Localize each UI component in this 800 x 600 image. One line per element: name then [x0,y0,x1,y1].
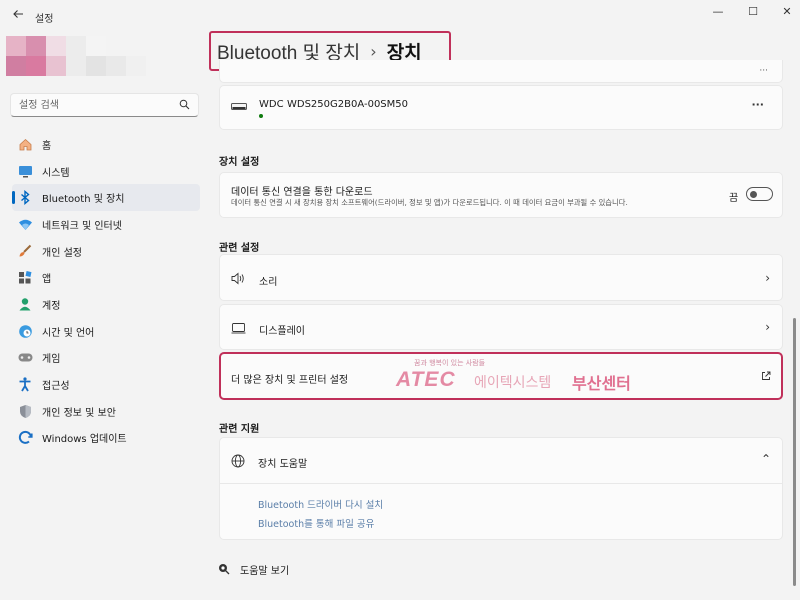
help-chat-icon [219,564,230,575]
scrolled-card-edge: ··· [219,60,783,83]
sidebar-item-system[interactable]: 시스템 [12,158,200,185]
watermark-tagline: 꿈과 행복이 있는 사람들 [414,359,486,367]
globe-icon [231,454,245,468]
search-input[interactable] [19,98,179,113]
minimize-button[interactable]: — [706,4,730,20]
atec-watermark: 꿈과 행복이 있는 사람들 ATEC 에이텍시스템 부산센터 [368,352,668,400]
sidebar-item-bluetooth[interactable]: Bluetooth 및 장치 [12,184,200,212]
sidebar-item-label: 홈 [42,140,52,152]
sidebar-item-label: 개인 설정 [42,247,82,259]
breadcrumb-separator: › [370,41,377,61]
toggle-state-label: 끔 [729,193,739,204]
sidebar-item-label: Bluetooth 및 장치 [42,194,125,206]
sidebar-item-accessibility[interactable]: 접근성 [12,371,200,398]
sidebar-item-label: 게임 [42,354,61,366]
sidebar-item-accounts[interactable]: 계정 [12,291,200,318]
sidebar-item-personalization[interactable]: 개인 설정 [12,238,200,265]
sidebar-item-privacy-security[interactable]: 개인 정보 및 보안 [12,398,200,425]
sidebar-nav: 홈 시스템 Bluetooth 및 장치 네트워크 및 인터넷 개인 설정 앱 … [12,131,200,451]
external-link-icon [762,371,771,380]
drive-icon [231,103,247,110]
device-settings-heading: 장치 설정 [219,157,260,168]
related-settings-heading: 관련 설정 [219,243,260,254]
sidebar-item-gaming[interactable]: 게임 [12,345,200,372]
sidebar-item-apps[interactable]: 앱 [12,264,200,291]
sidebar-item-windows-update[interactable]: Windows 업데이트 [12,425,200,452]
related-item-display[interactable]: 디스플레이 › [219,304,783,350]
settings-search[interactable] [10,93,199,117]
device-card-wdc[interactable]: WDC WDS250G2B0A-00SM50 ··· [219,85,783,130]
device-name: WDC [259,99,284,110]
reinstall-bluetooth-driver-link[interactable]: Bluetooth 드라이버 다시 설치 [258,497,383,511]
sidebar-item-time-language[interactable]: 시간 및 언어 [12,318,200,345]
sidebar-item-home[interactable]: 홈 [12,131,200,158]
sidebar-item-label: 접근성 [42,381,70,393]
app-title: 설정 [35,14,54,25]
main-scrollbar[interactable] [793,318,796,586]
maximize-button[interactable]: ☐ [741,4,765,20]
home-icon [17,136,33,152]
sidebar-item-label: Windows 업데이트 [42,434,127,446]
gamepad-icon [17,350,33,366]
more-options-icon: ··· [759,66,768,76]
device-help-card: 장치 도움말 ⌃ Bluetooth 드라이버 다시 설치 Bluetooth를… [219,437,783,540]
metered-download-setting: 데이터 통신 연결을 통한 다운로드 데이터 통신 연결 시 새 장치용 장치 … [219,172,783,218]
apps-icon [17,270,33,286]
device-model: WDS250G2B0A-00SM50 [287,99,409,110]
sidebar-item-label: 앱 [42,274,52,286]
search-icon [179,99,190,110]
account-icon [17,296,33,312]
related-item-sound[interactable]: 소리 › [219,254,783,301]
related-support-heading: 관련 지원 [219,424,260,435]
title-bar: 설정 — ☐ ✕ [0,0,800,32]
sidebar-item-label: 네트워크 및 인터넷 [42,220,122,232]
related-item-label: 디스플레이 [259,326,305,337]
network-icon [17,216,33,232]
chevron-right-icon: › [765,320,770,334]
device-help-header[interactable]: 장치 도움말 ⌃ [220,438,782,484]
related-item-label: 더 많은 장치 및 프린터 설정 [231,375,349,386]
help-label: 도움말 보기 [240,566,290,577]
sidebar-item-label: 개인 정보 및 보안 [42,407,116,419]
display-icon [231,323,246,334]
watermark-center: 부산센터 [572,374,631,393]
bluetooth-icon [17,190,33,206]
sidebar-item-network[interactable]: 네트워크 및 인터넷 [12,211,200,238]
update-icon [17,430,33,446]
sidebar-item-label: 시간 및 언어 [42,327,95,339]
system-icon [17,163,33,179]
shield-icon [17,403,33,419]
time-language-icon [17,323,33,339]
chevron-up-icon: ⌃ [760,452,771,466]
connected-status-dot [259,114,263,118]
close-button[interactable]: ✕ [775,4,799,20]
brush-icon [17,243,33,259]
toggle-knob [750,190,757,198]
watermark-company: 에이텍시스템 [474,375,552,391]
accessibility-icon [17,377,33,393]
more-options-button[interactable]: ··· [751,98,764,111]
device-help-title: 장치 도움말 [258,459,308,470]
back-button[interactable] [10,8,26,24]
watermark-brand: ATEC [396,368,456,391]
back-arrow-icon [13,10,23,18]
chevron-right-icon: › [765,271,770,285]
sidebar-item-label: 계정 [42,300,61,312]
related-item-label: 소리 [259,277,278,288]
bluetooth-file-share-link[interactable]: Bluetooth를 통해 파일 공유 [258,516,374,530]
speaker-icon [231,272,244,285]
setting-title: 데이터 통신 연결을 통한 다운로드 [231,187,373,198]
metered-download-toggle[interactable] [746,187,773,201]
setting-description: 데이터 통신 연결 시 새 장치용 장치 소프트웨어(드라이버, 정보 및 앱)… [231,198,628,207]
sidebar-item-label: 시스템 [42,167,70,179]
user-profile-blurred[interactable] [4,36,150,78]
